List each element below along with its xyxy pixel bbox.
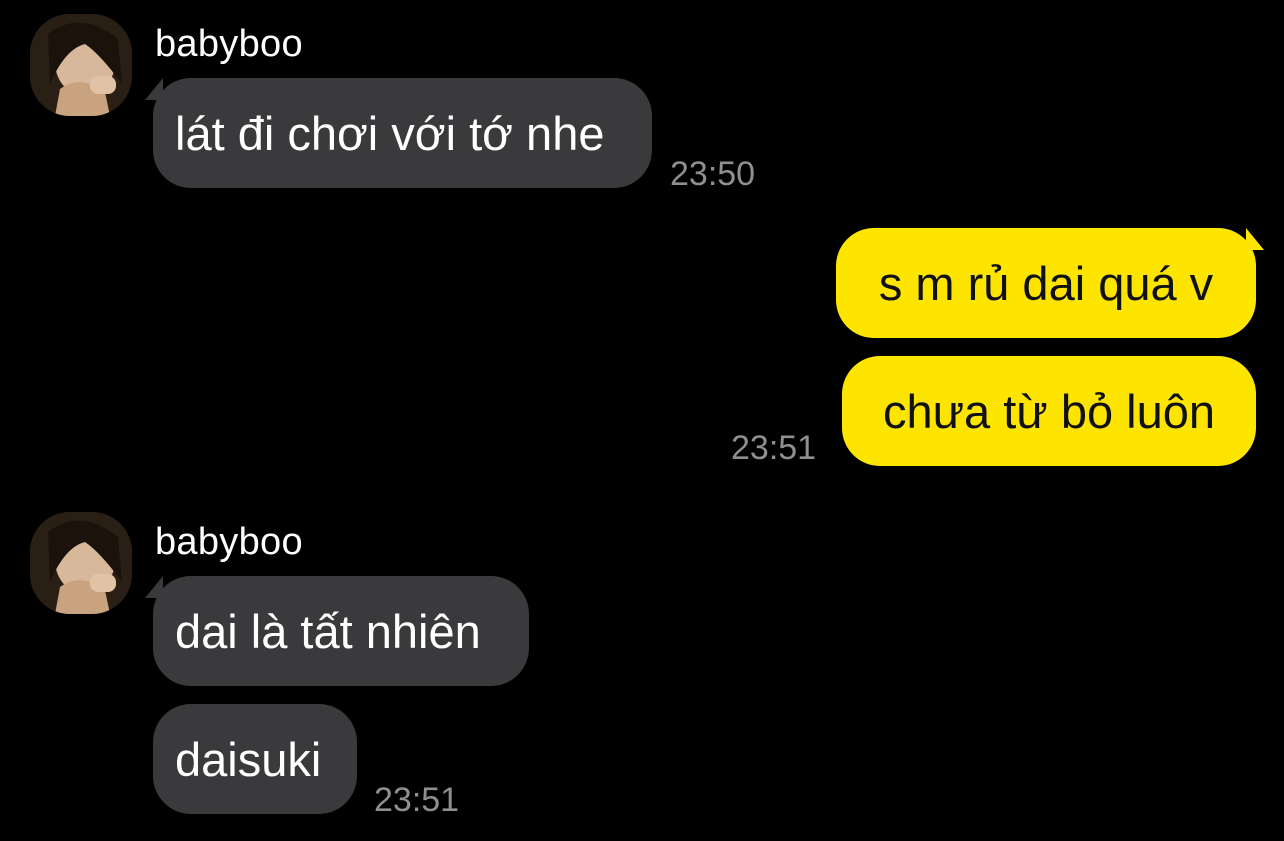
message-bubble-outgoing[interactable]: s m rủ dai quá v (836, 228, 1256, 338)
message-bubble-incoming[interactable]: lát đi chơi với tớ nhe (153, 78, 652, 188)
sender-avatar[interactable] (30, 512, 132, 614)
message-text: daisuki (175, 732, 322, 786)
message-bubble-incoming[interactable]: daisuki (153, 704, 357, 814)
sender-name: babyboo (155, 521, 303, 563)
message-text: s m rủ dai quá v (878, 256, 1214, 310)
message-text: lát đi chơi với tớ nhe (175, 106, 605, 160)
avatar-photo-icon (30, 14, 132, 116)
message-text: chưa từ bỏ luôn (882, 384, 1216, 438)
message-timestamp: 23:51 (374, 781, 460, 819)
message-timestamp: 23:51 (731, 429, 817, 467)
sender-avatar[interactable] (30, 14, 132, 116)
message-bubble-incoming[interactable]: dai là tất nhiên (153, 576, 529, 686)
sender-name: babyboo (155, 23, 303, 65)
avatar-photo-icon (30, 512, 132, 614)
message-text: dai là tất nhiên (175, 604, 481, 658)
message-timestamp: 23:50 (670, 155, 756, 193)
message-bubble-outgoing[interactable]: chưa từ bỏ luôn (842, 356, 1256, 466)
